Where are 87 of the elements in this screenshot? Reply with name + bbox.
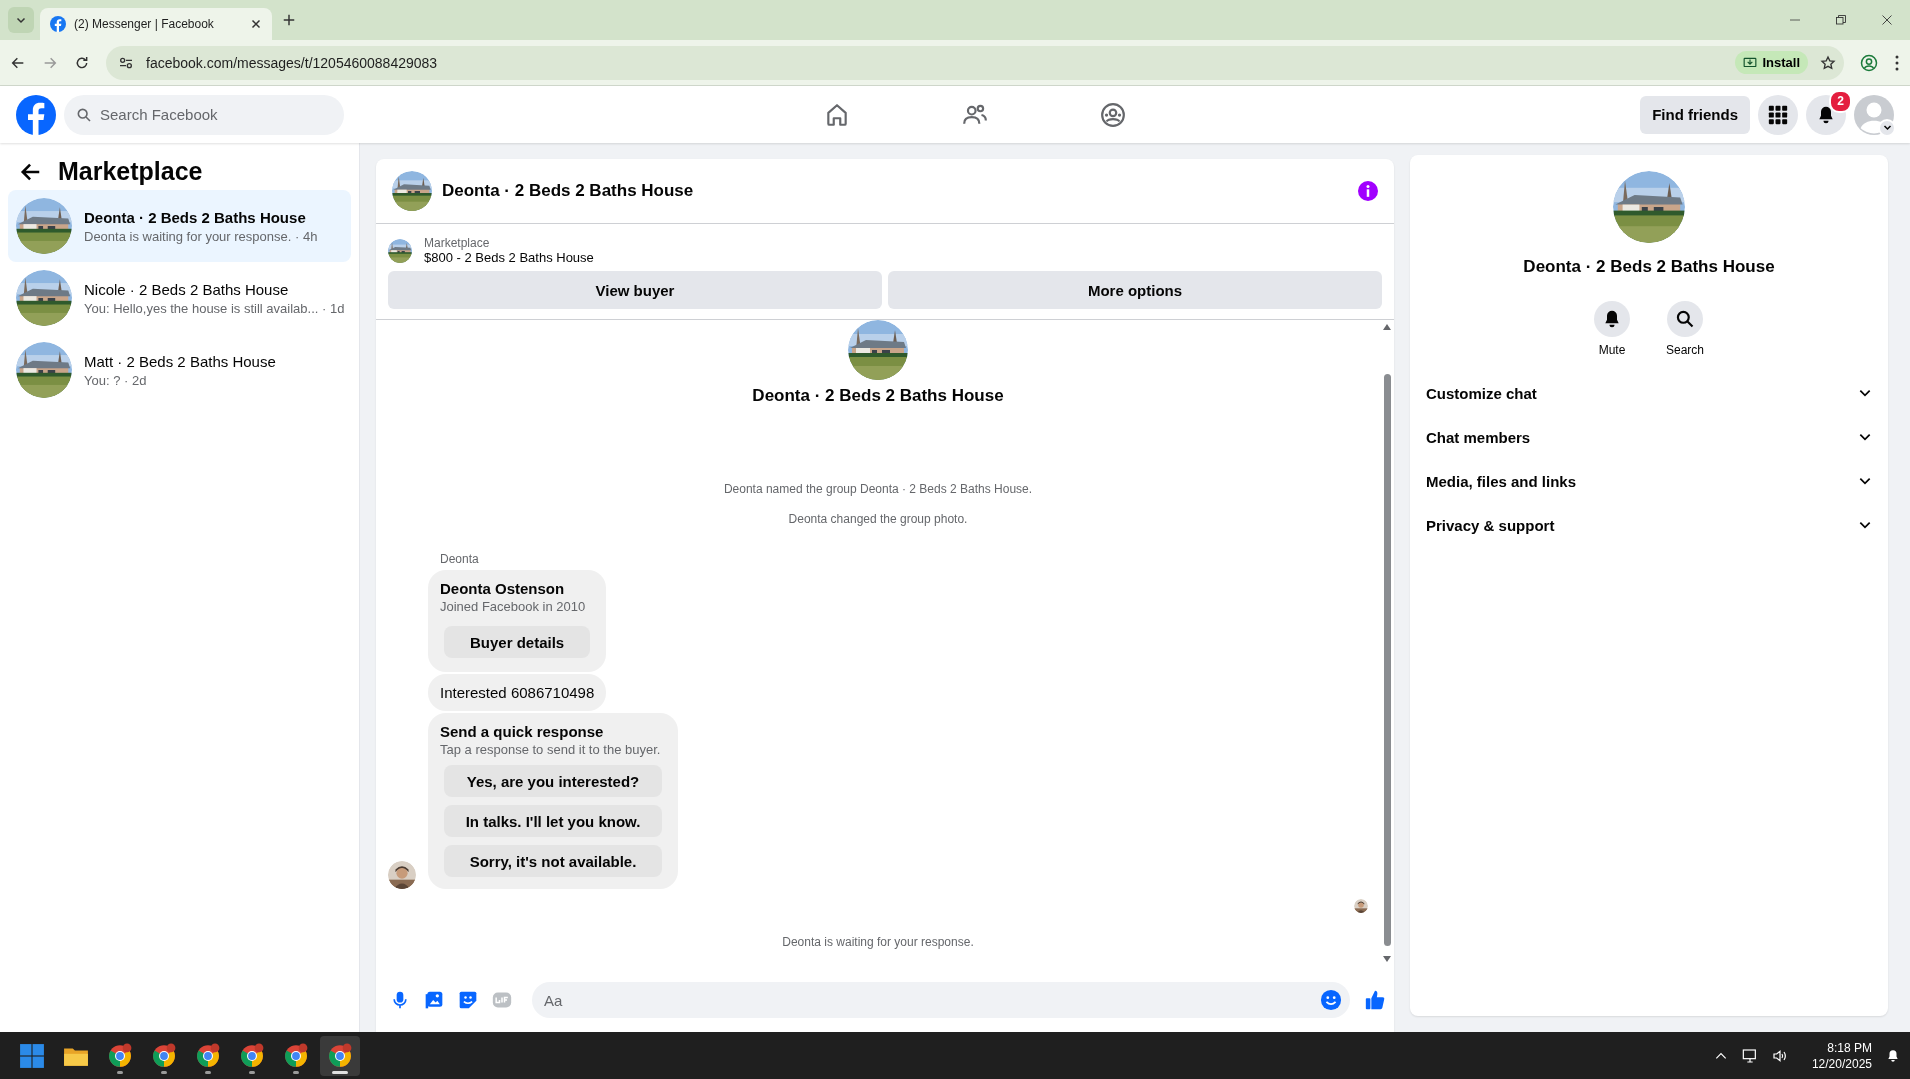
find-friends-button[interactable]: Find friends [1640,95,1750,134]
close-icon[interactable] [1881,14,1893,26]
menu-button[interactable] [1758,94,1798,135]
chat-action-button[interactable]: View buyer [388,271,882,309]
conversation-title: Nicole · 2 Beds 2 Baths House [84,280,290,298]
start-icon [19,1042,45,1069]
chat-title: Deonta · 2 Beds 2 Baths House [442,181,695,201]
search-button[interactable] [1667,301,1703,337]
close-icon[interactable] [250,18,262,30]
logo-icon[interactable] [16,94,56,135]
listing-title: $800 - 2 Beds 2 Baths House [424,250,594,265]
groups-icon[interactable] [1100,101,1126,128]
search-icon [1675,309,1695,329]
restore-icon[interactable] [1835,14,1847,26]
details-section[interactable]: Customize chat [1418,371,1880,415]
listing-source: Marketplace [424,236,491,250]
quick-response-button[interactable]: Yes, are you interested? [444,765,662,797]
facebook-favicon-icon [50,16,66,32]
quick-response-hint: Tap a response to send it to the buyer. [440,742,662,757]
address-bar[interactable]: facebook.com/messages/t/1205460088429083 Install [106,45,1844,80]
home-icon[interactable] [824,101,850,128]
details-section[interactable]: Chat members [1418,415,1880,459]
photo-icon[interactable] [424,990,444,1010]
star-icon[interactable] [1820,54,1836,71]
search-icon [76,106,92,123]
sender-name: Deonta [440,552,480,566]
browser-icon [327,1042,353,1069]
conversation-item[interactable]: Nicole · 2 Beds 2 Baths House You: Hello,yes the house is still availab... · 1d [8,262,351,334]
emoji-icon[interactable] [1320,989,1342,1011]
taskbar-app[interactable] [320,1035,360,1076]
volume-icon[interactable] [1771,1047,1788,1064]
tab-title: (2) Messenger | Facebook [74,17,215,31]
action-label: Search [1666,343,1704,357]
more-icon[interactable] [1894,53,1900,72]
install-button[interactable]: Install [1735,51,1808,74]
reload-icon[interactable] [74,54,90,71]
profile-icon[interactable] [1860,53,1878,72]
quick-response-button[interactable]: Sorry, it's not available. [444,845,662,877]
notification-bell-icon[interactable] [1886,1048,1900,1063]
conversation-title: Matt · 2 Beds 2 Baths House [84,352,276,370]
microphone-icon[interactable] [390,990,410,1010]
info-icon[interactable] [1358,181,1378,201]
browser-icon [195,1042,221,1069]
browser-icon [239,1042,265,1069]
joined-text: Joined Facebook in 2010 [440,599,587,614]
browser-icon [283,1042,309,1069]
tab-search-button[interactable] [8,7,34,33]
conversation-name: Deonta · 2 Beds 2 Baths House [752,386,1004,406]
group-event-text: Deonta named the group Deonta · 2 Beds 2 Baths House. [723,482,1033,496]
clock[interactable]: 8:18 PM 12/20/2025 [1811,1039,1872,1072]
waiting-status: Deonta is waiting for your response. [782,935,974,949]
notification-badge: 2 [1829,89,1852,113]
quick-response-title: Send a quick response [440,723,605,740]
url-text: facebook.com/messages/t/1205460088429083 [146,54,439,71]
group-event-text: Deonta changed the group photo. [788,512,968,526]
conversation-title: Deonta · 2 Beds 2 Baths House [84,208,307,226]
details-section[interactable]: Privacy & support [1418,503,1880,547]
grid-icon [1768,104,1788,125]
conversation-item[interactable]: Deonta · 2 Beds 2 Baths House Deonta is waiting for your response. · 4h [8,190,351,262]
conversation-item[interactable]: Matt · 2 Beds 2 Baths House You: ? · 2d [8,334,351,406]
mute-button[interactable] [1594,301,1630,337]
conversation-preview: Deonta is waiting for your response. · 4h [84,228,318,244]
network-icon[interactable] [1741,1047,1758,1064]
browser-icon [107,1042,133,1069]
chevron-down-icon [1882,123,1892,132]
install-icon [1743,55,1758,70]
chat-action-button[interactable]: More options [888,271,1382,309]
buyer-name: Deonta Ostenson [440,580,566,597]
scroll-down-icon[interactable] [1383,956,1391,962]
scroll-up-icon[interactable] [1383,324,1391,330]
quick-response-button[interactable]: In talks. I'll let you know. [444,805,662,837]
conversation-preview: You: ? · 2d [84,372,148,388]
browser-tab[interactable]: (2) Messenger | Facebook [40,8,272,40]
buyer-details-button[interactable]: Buyer details [444,626,591,658]
scrollbar-thumb[interactable] [1384,374,1391,946]
message-input[interactable]: Aa [532,982,1350,1018]
action-label: Mute [1598,343,1626,357]
details-section[interactable]: Media, files and links [1418,459,1880,503]
browser-icon [151,1042,177,1069]
search-field[interactable]: Search Facebook [64,94,344,135]
new-tab-icon[interactable] [282,13,296,27]
message-bubble: Interested 6086710498 [428,674,607,711]
sticker-icon[interactable] [458,990,478,1010]
marketplace-title: Marketplace [58,157,203,186]
thumbs-up-icon[interactable] [1364,989,1386,1011]
details-title: Deonta · 2 Beds 2 Baths House [1523,257,1775,277]
conversation-preview: You: Hello,yes the house is still availab... · 1d [84,300,345,316]
